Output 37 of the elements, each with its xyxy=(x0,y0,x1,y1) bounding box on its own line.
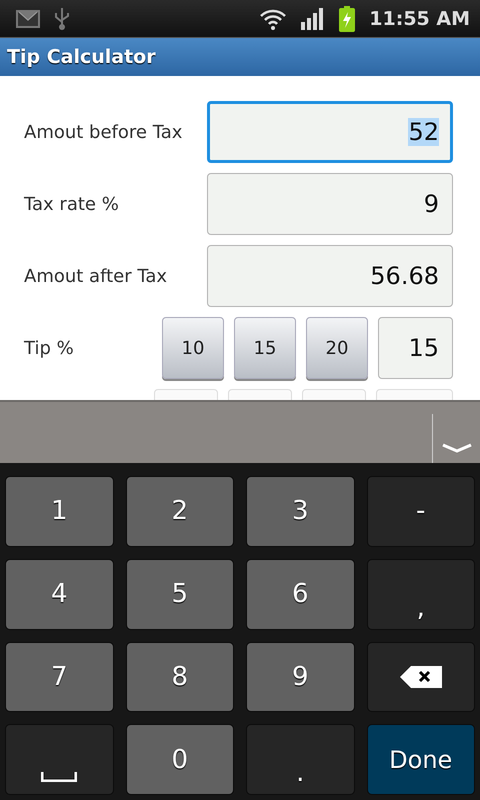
field-label: Amout before Tax xyxy=(24,122,184,142)
input-field[interactable]: 9 xyxy=(207,173,453,235)
keyboard-key[interactable]: 2 xyxy=(126,476,234,547)
field-label: Amout after Tax xyxy=(24,266,168,286)
keyboard-key[interactable]: . xyxy=(246,724,354,795)
tip-preset-button[interactable]: 15 xyxy=(234,317,296,379)
input-field[interactable]: 15 xyxy=(378,317,453,379)
space-key[interactable] xyxy=(5,724,114,795)
keyboard-key[interactable]: 5 xyxy=(126,558,234,630)
tip-preset-button[interactable]: 20 xyxy=(306,317,368,379)
app-title: Tip Calculator xyxy=(7,46,156,68)
wifi-icon xyxy=(259,8,288,30)
mail-icon xyxy=(16,10,40,28)
keyboard-key[interactable]: - xyxy=(366,476,475,547)
keyboard-key[interactable]: 3 xyxy=(246,476,354,547)
field-label: Tax rate % xyxy=(24,194,120,214)
tip-preset-button[interactable]: 10 xyxy=(162,317,224,379)
keyboard-key[interactable]: 4 xyxy=(5,558,114,630)
usb-icon xyxy=(54,8,70,30)
keyboard-key[interactable]: 7 xyxy=(5,642,114,712)
chevron-down-icon xyxy=(442,443,472,453)
signal-icon xyxy=(301,8,326,30)
done-key[interactable]: Done xyxy=(366,724,475,795)
backspace-key[interactable] xyxy=(366,642,475,712)
keyboard-key[interactable]: 1 xyxy=(5,476,114,547)
keyboard-key[interactable]: 6 xyxy=(246,558,354,630)
keyboard-key[interactable]: , xyxy=(366,558,475,630)
space-icon xyxy=(41,772,78,782)
keyboard-key[interactable]: 8 xyxy=(126,642,234,712)
input-field[interactable]: 52 xyxy=(207,101,453,163)
field-label: Tip % xyxy=(24,338,75,358)
keyboard-key[interactable]: 0 xyxy=(126,724,234,795)
status-time: 11:55 AM xyxy=(369,8,470,30)
input-field[interactable]: 56.68 xyxy=(207,245,453,307)
battery-charging-icon xyxy=(339,6,356,32)
keyboard-key[interactable]: 9 xyxy=(246,642,354,712)
backspace-icon xyxy=(400,666,442,688)
